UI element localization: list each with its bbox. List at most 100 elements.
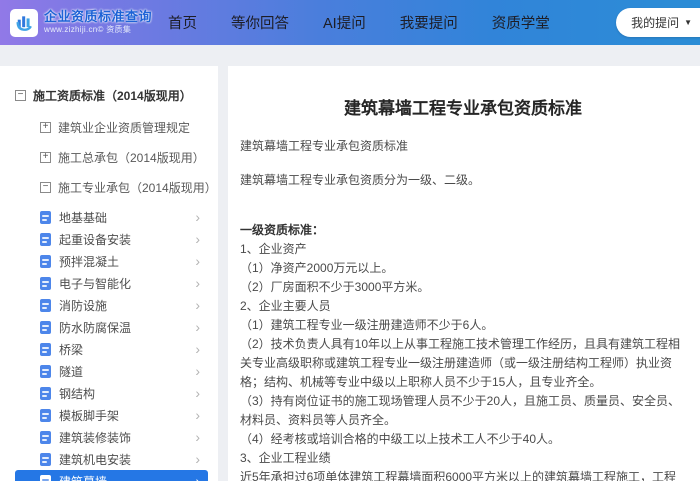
page-body: − 施工资质标准（2014版现用） + 建筑业企业资质管理规定 + 施工总承包（… (0, 45, 700, 481)
my-questions-label: 我的提问 (631, 16, 680, 30)
body-line: （1）净资产2000万元以上。 (240, 261, 394, 276)
sidebar-sub-item[interactable]: 建筑机电安装 › (15, 448, 208, 470)
expand-icon[interactable]: − (40, 181, 51, 193)
sidebar-level2-item[interactable]: + 施工总承包（2014版现用） (40, 142, 218, 172)
nav-item[interactable]: 我要提问 (400, 12, 458, 33)
document-icon (40, 386, 51, 400)
sidebar-root-label: 施工资质标准（2014版现用） (33, 88, 192, 103)
document-icon (40, 232, 51, 246)
article-body: 一级资质标准： 1、企业资产 （1）净资产2000万元以上。 （2）厂房面积不少… (240, 221, 686, 481)
logo-building-icon (10, 8, 38, 37)
nav-item[interactable]: AI提问 (323, 12, 366, 33)
document-icon (40, 430, 51, 444)
body-line: （2）技术负责人具有10年以上从事工程施工技术管理工作经历，且具有建筑工程相关专… (240, 337, 681, 390)
document-icon (40, 408, 51, 422)
sidebar-sub-item[interactable]: 钢结构 › (15, 382, 208, 404)
sidebar-sub-label: 防水防腐保温 (59, 320, 132, 335)
sidebar-level2-item[interactable]: − 施工专业承包（2014版现用） (40, 172, 218, 202)
nav-item[interactable]: 等你回答 (231, 12, 289, 33)
sidebar-sub-item[interactable]: 起重设备安装 › (15, 228, 208, 250)
body-line: 近5年承担过6项单体建筑工程幕墙面积6000平方米以上的建筑幕墙工程施工，工程质… (240, 470, 677, 481)
sidebar-level2-item[interactable]: + 建筑业企业资质管理规定 (40, 112, 218, 142)
expand-icon[interactable]: + (40, 151, 51, 163)
sidebar-sub-item[interactable]: 建筑装修装饰 › (15, 426, 208, 448)
sidebar-sub-label: 电子与智能化 (59, 276, 132, 291)
sidebar-sub-label: 地基基础 (59, 210, 108, 225)
chevron-right-icon: › (195, 451, 200, 467)
body-line: （2）厂房面积不少于3000平方米。 (240, 280, 430, 295)
sidebar-sub-label: 隧道 (59, 364, 84, 379)
body-line: 2、企业主要人员 (240, 299, 331, 314)
my-questions-button[interactable]: 我的提问 ▼ (616, 8, 700, 37)
chevron-right-icon: › (195, 231, 200, 247)
sidebar-tree: − 施工资质标准（2014版现用） + 建筑业企业资质管理规定 + 施工总承包（… (0, 66, 218, 481)
sidebar-sub-item[interactable]: 地基基础 › (15, 206, 208, 228)
article-intro: 建筑幕墙工程专业承包资质标准 建筑幕墙工程专业承包资质分为一级、二级。 (240, 139, 686, 188)
chevron-right-icon: › (195, 341, 200, 357)
logo-subtitle: www.zizhiji.cn© 资质集 (44, 25, 132, 35)
chevron-right-icon: › (195, 209, 200, 225)
document-icon (40, 276, 51, 290)
expand-icon[interactable]: + (40, 121, 51, 133)
chevron-right-icon: › (195, 363, 200, 379)
logo-title: 企业资质标准查询 (44, 9, 153, 25)
sidebar-level2-list: + 建筑业企业资质管理规定 + 施工总承包（2014版现用） − 施工专业承包（… (0, 112, 218, 202)
nav-item[interactable]: 资质学堂 (492, 12, 550, 33)
document-icon (40, 254, 51, 268)
chevron-right-icon: › (195, 253, 200, 269)
document-icon (40, 298, 51, 312)
body-line: 3、企业工程业绩 (240, 451, 331, 466)
sidebar-sub-item[interactable]: 消防设施 › (15, 294, 208, 316)
sidebar-level2-label: 施工总承包（2014版现用） (58, 150, 205, 165)
sidebar-level2-label: 施工专业承包（2014版现用） (58, 180, 217, 195)
logo-text: 企业资质标准查询 www.zizhiji.cn© 资质集 (44, 9, 153, 35)
intro-paragraph: 建筑幕墙工程专业承包资质标准 (240, 139, 409, 153)
chevron-right-icon: › (195, 473, 200, 481)
document-icon (40, 320, 51, 334)
top-navigation-bar: 企业资质标准查询 www.zizhiji.cn© 资质集 首页 等你回答 AI提… (0, 0, 700, 45)
sidebar-sub-label: 起重设备安装 (59, 232, 132, 247)
sidebar-sub-label: 桥梁 (59, 342, 84, 357)
site-logo[interactable]: 企业资质标准查询 www.zizhiji.cn© 资质集 (0, 8, 158, 37)
main-nav: 首页 等你回答 AI提问 我要提问 资质学堂 (168, 12, 550, 33)
body-line: （4）经考核或培训合格的中级工以上技术工人不少于40人。 (240, 432, 561, 447)
sidebar-sub-item[interactable]: 预拌混凝土 › (15, 250, 208, 272)
chevron-right-icon: › (195, 275, 200, 291)
sidebar-sub-item[interactable]: 建筑幕墙 › (15, 470, 208, 481)
document-icon (40, 210, 51, 224)
sidebar-level2-label: 建筑业企业资质管理规定 (58, 120, 191, 135)
chevron-right-icon: › (195, 385, 200, 401)
sidebar-root-node[interactable]: − 施工资质标准（2014版现用） (15, 86, 218, 104)
document-icon (40, 342, 51, 356)
chevron-down-icon: ▼ (684, 18, 692, 27)
sidebar-sub-label: 消防设施 (59, 298, 108, 313)
sidebar-sub-label: 建筑装修装饰 (59, 430, 132, 445)
chevron-right-icon: › (195, 429, 200, 445)
chevron-right-icon: › (195, 407, 200, 423)
sidebar-sub-label: 建筑幕墙 (59, 473, 195, 481)
document-icon (40, 474, 51, 481)
sidebar-sub-label: 模板脚手架 (59, 408, 120, 423)
sidebar-sub-item[interactable]: 防水防腐保温 › (15, 316, 208, 338)
sidebar-sub-item[interactable]: 模板脚手架 › (15, 404, 208, 426)
body-line: （3）持有岗位证书的施工现场管理人员不少于20人，且施工员、质量员、安全员、材料… (240, 394, 681, 428)
body-line: 一级资质标准： (240, 223, 325, 238)
page-title: 建筑幕墙工程专业承包资质标准 (344, 99, 582, 118)
body-line: （1）建筑工程专业一级注册建造师不少于6人。 (240, 318, 494, 333)
sidebar-sub-item[interactable]: 电子与智能化 › (15, 272, 208, 294)
sidebar-sub-item[interactable]: 桥梁 › (15, 338, 208, 360)
sidebar-sub-item[interactable]: 隧道 › (15, 360, 208, 382)
sidebar-sub-label: 钢结构 (59, 386, 96, 401)
chevron-right-icon: › (195, 297, 200, 313)
nav-item[interactable]: 首页 (168, 12, 197, 33)
document-icon (40, 364, 51, 378)
body-line: 1、企业资产 (240, 242, 307, 257)
article-panel: 建筑幕墙工程专业承包资质标准 建筑幕墙工程专业承包资质标准 建筑幕墙工程专业承包… (228, 66, 700, 481)
collapse-icon[interactable]: − (15, 89, 26, 101)
sidebar-sub-label: 建筑机电安装 (59, 452, 132, 467)
intro-paragraph: 建筑幕墙工程专业承包资质分为一级、二级。 (240, 173, 481, 188)
document-icon (40, 452, 51, 466)
sidebar-sub-list: 地基基础 › 起重设备安装 › 预拌混凝土 › 电子与智能化 › 消防设施 › … (0, 206, 218, 481)
sidebar-sub-label: 预拌混凝土 (59, 254, 120, 269)
chevron-right-icon: › (195, 319, 200, 335)
